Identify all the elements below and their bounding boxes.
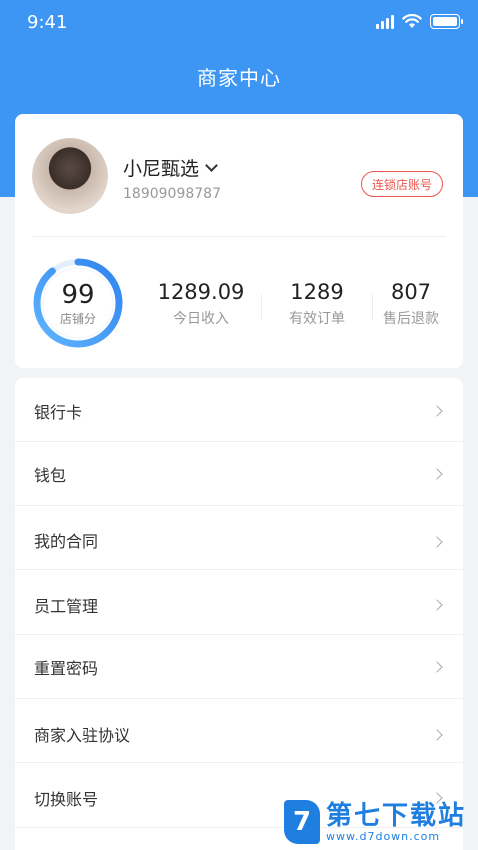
menu-item-bank-card[interactable]: 银行卡	[15, 378, 463, 442]
stat-today-income[interactable]: 1289.09 今日收入	[148, 280, 254, 328]
chevron-down-icon	[205, 158, 218, 172]
chevron-right-icon	[431, 536, 443, 548]
status-icons	[376, 14, 463, 29]
status-time: 9:41	[27, 12, 68, 33]
store-score-value: 99	[61, 280, 95, 310]
cellular-signal-icon	[376, 14, 394, 29]
menu-item-my-contract[interactable]: 我的合同	[15, 506, 463, 570]
menu-item-merchant-agreement[interactable]: 商家入驻协议	[15, 699, 463, 763]
menu-item-reset-password[interactable]: 重置密码	[15, 635, 463, 699]
menu-item-label: 切换账号	[34, 790, 99, 809]
status-bar: 9:41	[0, 0, 478, 48]
chevron-right-icon	[431, 405, 443, 417]
menu-item-staff-management[interactable]: 员工管理	[15, 571, 463, 635]
stat-divider	[261, 294, 262, 320]
avatar[interactable]	[32, 138, 108, 214]
battery-icon	[430, 14, 463, 29]
site-watermark: 7 第七下载站 www.d7down.com	[284, 800, 466, 844]
shop-name: 小尼甄选	[123, 158, 200, 180]
menu-list: 银行卡 钱包 我的合同 员工管理 重置密码 商家入驻协议 切换账号	[15, 378, 463, 850]
menu-item-label: 我的合同	[34, 532, 99, 551]
stat-value: 1289	[290, 280, 344, 304]
stat-value: 1289.09	[157, 280, 245, 304]
chevron-right-icon	[431, 729, 443, 741]
watermark-name: 第七下载站	[326, 800, 467, 831]
shop-phone: 18909098787	[123, 186, 221, 202]
stat-after-sale-refunds[interactable]: 807 售后退款	[373, 280, 449, 328]
watermark-url: www.d7down.com	[326, 829, 441, 843]
chain-store-badge: 连锁店账号	[361, 171, 444, 197]
menu-item-label: 重置密码	[34, 659, 99, 678]
wifi-icon	[402, 14, 422, 28]
stat-valid-orders[interactable]: 1289 有效订单	[269, 280, 365, 328]
watermark-text: 第七下载站 www.d7down.com	[326, 802, 466, 843]
store-score-label: 店铺分	[59, 312, 96, 326]
menu-item-label: 商家入驻协议	[34, 726, 131, 745]
watermark-logo-icon: 7	[284, 800, 320, 844]
chevron-right-icon	[431, 468, 443, 480]
menu-item-wallet[interactable]: 钱包	[15, 442, 463, 506]
menu-item-label: 银行卡	[34, 403, 83, 422]
chevron-right-icon	[431, 661, 443, 673]
stat-label: 有效订单	[289, 311, 345, 327]
stat-value: 807	[390, 280, 432, 304]
chevron-right-icon	[431, 599, 443, 611]
shop-switcher[interactable]: 小尼甄选	[123, 154, 218, 181]
page-title: 商家中心	[197, 66, 281, 90]
stat-label: 今日收入	[173, 311, 229, 327]
stat-label: 售后退款	[383, 311, 439, 327]
divider	[32, 236, 446, 237]
profile-card: 小尼甄选 18909098787 连锁店账号 99 店铺分 1289.09 今日…	[15, 114, 463, 368]
menu-item-label: 员工管理	[34, 597, 99, 616]
menu-item-label: 钱包	[34, 466, 67, 485]
